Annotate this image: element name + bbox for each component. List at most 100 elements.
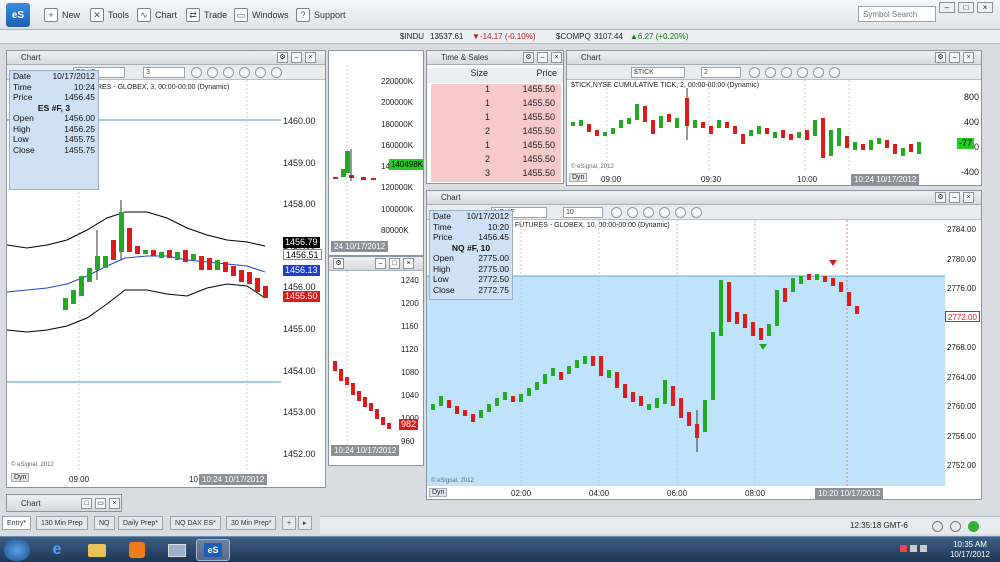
link-icon[interactable] [691,207,702,218]
minimize-icon[interactable]: – [949,192,960,203]
minimize-button[interactable]: – [939,2,955,13]
nq-data-window: Date 10/17/2012 Time 10:20 Price 1456.45 NQ… [429,210,513,300]
close-icon[interactable]: × [963,192,974,203]
clock-icon[interactable] [611,207,622,218]
tab-30-min-prep[interactable]: 30 Min Prep* [226,516,277,530]
tab-nq-dax-es[interactable]: NQ DAX ES* [170,516,221,530]
interval-input[interactable]: 10 [563,207,603,218]
tab-scroll-button[interactable]: ▸ [298,516,312,530]
es-data-window: Date 10/17/2012 Time 10:24 Price 1456.45 ES… [9,70,99,190]
settings-icon[interactable]: ⚙ [333,258,344,269]
zoom-in-icon[interactable] [765,67,776,78]
close-icon[interactable]: × [109,498,120,509]
windows-button[interactable]: ▭ Windows [234,6,289,24]
restore-icon[interactable]: □ [81,498,92,509]
media-player-icon[interactable] [120,539,154,561]
nq-plot-area[interactable]: I FUTURES - GLOBEX, 10, 00:00-00:00 (Dyn… [427,210,945,486]
minimize-icon[interactable]: – [375,258,386,269]
chart-icon: ∿ [137,8,151,22]
es-chart-window[interactable]: Chart ⚙ – × ES #F 3 RES - GLOBEX, 3, 00:… [6,50,326,488]
window-title: Chart [581,53,601,62]
tab-daily-prep[interactable]: Daily Prep* [118,516,164,530]
ts-row: 1 1455.50 [484,140,555,150]
window-title: Chart [21,53,41,62]
scroll-right-icon[interactable] [675,207,686,218]
secondary-chart-window[interactable]: ⚙ – □ × 1240120011601120108010401000960 … [328,256,424,466]
close-icon[interactable]: × [305,52,316,63]
settings-icon[interactable]: ⚙ [523,52,534,63]
time-and-sales-window[interactable]: Time & Sales ⚙ – × Size Price 1 1455.50 1… [426,50,564,184]
network-icon[interactable] [910,545,917,552]
clock-icon[interactable] [191,67,202,78]
tools-button[interactable]: ✕ Tools [90,6,129,24]
window-title: Time & Sales [441,53,489,62]
clock-icon[interactable] [749,67,760,78]
scroll-left-icon[interactable] [659,207,670,218]
folder-icon[interactable] [80,539,114,561]
trade-button[interactable]: ⇄ Trade [186,6,227,24]
close-button[interactable]: × [977,2,993,13]
status-bar: 12:35:18 GMT-6 [320,516,1000,534]
computer-icon[interactable] [160,539,194,561]
settings-icon[interactable] [932,521,943,532]
symbol-search-input[interactable]: Symbol Search [858,6,936,22]
zoom-out-icon[interactable] [643,207,654,218]
minimized-chart-window[interactable]: Chart □ ▭ × [6,494,122,512]
zoom-in-icon[interactable] [207,67,218,78]
ts-row: 2 1455.50 [484,154,555,164]
maximize-button[interactable]: □ [958,2,974,13]
link-icon[interactable] [271,67,282,78]
system-clock[interactable]: 10:35 AM 10/17/2012 [944,540,996,560]
volume-chart-window[interactable]: 220000K200000K180000K160000K140000K12000… [328,50,424,256]
start-button[interactable] [4,539,30,561]
tray-icon[interactable] [900,545,907,552]
tick-chart-toolbar: $TICK 2 [567,65,981,80]
tick-chart-window[interactable]: Chart ⚙ – × $TICK 2 $TICK,NYSE CUMULATIV… [566,50,982,186]
tab-nq[interactable]: NQ [94,516,115,530]
chart-button[interactable]: ∿ Chart [137,6,177,24]
browser-icon[interactable]: e [40,539,74,561]
zoom-out-icon[interactable] [781,67,792,78]
close-icon[interactable]: × [963,52,974,63]
zoom-out-icon[interactable] [223,67,234,78]
minimize-icon[interactable]: – [537,52,548,63]
nq-last-tag: 2772.00 [945,311,980,322]
dynamic-toggle[interactable]: Dyn [569,173,588,182]
symbol-input[interactable]: $TICK [631,67,685,78]
interval-input[interactable]: 3 [143,67,185,78]
zoom-in-icon[interactable] [627,207,638,218]
scroll-left-icon[interactable] [797,67,808,78]
close-icon[interactable]: × [551,52,562,63]
tab-130-min-prep[interactable]: 130 Min Prep [36,516,88,530]
esignal-task[interactable]: eS [196,539,230,561]
interval-input[interactable]: 2 [701,67,741,78]
es-tag-last: 1455.50 [283,291,320,302]
support-button[interactable]: ? Support [296,6,346,24]
link-icon[interactable] [829,67,840,78]
minimize-icon[interactable]: – [291,52,302,63]
scroll-right-icon[interactable] [813,67,824,78]
volume-icon[interactable] [920,545,927,552]
scroll-right-icon[interactable] [255,67,266,78]
ticker-change: ▲6.27 (+0.20%) [630,32,689,41]
add-tab-button[interactable]: + [282,516,297,530]
maximize-icon[interactable]: ▭ [95,498,106,509]
maximize-icon[interactable]: □ [389,258,400,269]
es-plot-area[interactable]: RES - GLOBEX, 3, 00:00-00:00 (Dynamic) D… [7,70,281,470]
nq-chart-window[interactable]: Chart ⚙ – × NQ #F 10 I FUTURES - GLOBEX,… [426,190,982,500]
settings-icon[interactable]: ⚙ [935,192,946,203]
alert-icon[interactable] [950,521,961,532]
scroll-left-icon[interactable] [239,67,250,78]
settings-icon[interactable]: ⚙ [935,52,946,63]
x-axis-label: 08:00 [745,489,766,498]
dynamic-toggle[interactable]: Dyn [429,488,448,497]
tick-plot-area[interactable]: $TICK,NYSE CUMULATIVE TICK, 2, 00:00-00:… [567,80,949,172]
tab-entry[interactable]: Entry* [2,516,32,530]
minimize-icon[interactable]: – [949,52,960,63]
settings-icon[interactable]: ⚙ [277,52,288,63]
ticker-symbol: $INDU [400,32,425,41]
ts-row: 1 1455.50 [484,112,555,122]
close-icon[interactable]: × [403,258,414,269]
dynamic-toggle[interactable]: Dyn [11,473,30,482]
new-button[interactable]: + New [44,6,80,24]
